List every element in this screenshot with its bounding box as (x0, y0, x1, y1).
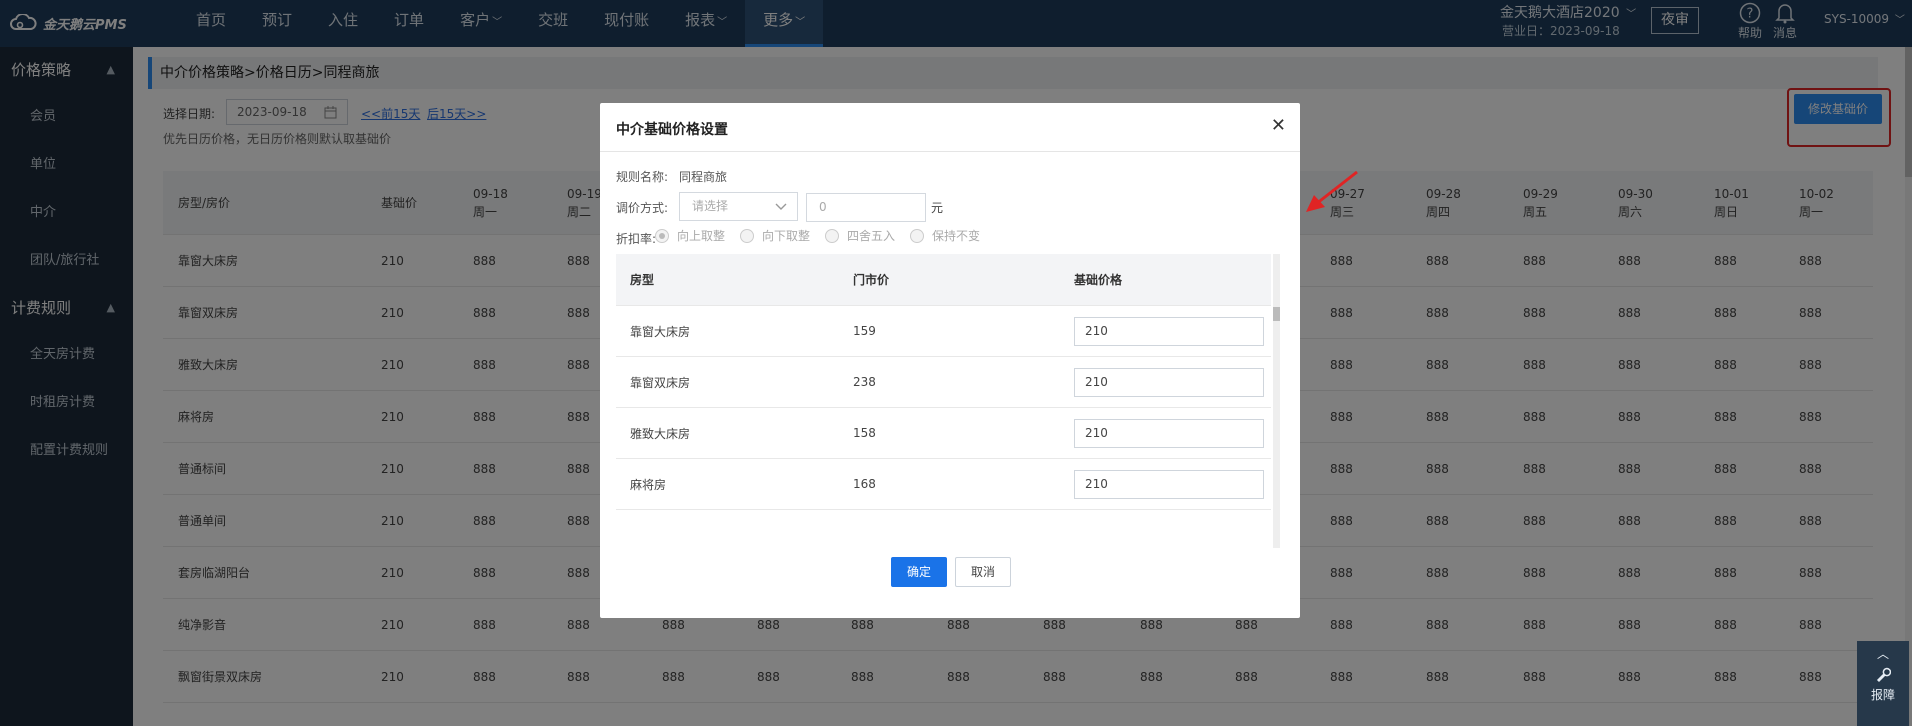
radio-icon (825, 228, 839, 243)
rounding-radio[interactable]: 向上取整 (655, 227, 725, 244)
base-price-input[interactable]: 210 (1074, 419, 1264, 448)
report-issue-button[interactable]: 报障 (1857, 667, 1909, 703)
rounding-radio[interactable]: 四舍五入 (825, 227, 895, 244)
chevron-up-icon[interactable]: ︿ (1857, 641, 1909, 667)
modal-table-row: 靠窗双床房 238 210 (616, 357, 1271, 408)
radio-label: 四舍五入 (847, 229, 896, 243)
cancel-button[interactable]: 取消 (955, 557, 1011, 587)
chevron-down-icon (775, 203, 787, 210)
radio-label: 保持不变 (932, 229, 981, 243)
rack-rate: 238 (853, 375, 876, 389)
radio-icon (910, 228, 924, 243)
annotation-arrow-icon (1306, 170, 1358, 212)
modal-table-row: 麻将房 168 210 (616, 459, 1271, 510)
room-type-name: 靠窗双床房 (630, 375, 691, 390)
rack-rate: 168 (853, 477, 876, 491)
modal-table-scrollbar[interactable] (1273, 254, 1280, 548)
rule-name-value: 同程商旅 (679, 170, 728, 184)
modal-table-row: 靠窗大床房 159 210 (616, 306, 1271, 357)
radio-icon (740, 228, 754, 243)
rack-rate: 158 (853, 426, 876, 440)
side-widget: ︿ 报障 (1857, 641, 1909, 726)
room-type-name: 雅致大床房 (630, 426, 691, 441)
close-icon[interactable]: ✕ (1271, 117, 1286, 135)
adjust-method-select[interactable]: 请选择 (679, 192, 798, 221)
rounding-radio[interactable]: 保持不变 (910, 227, 980, 244)
base-price-table: 房型 门市价 基础价格靠窗大床房 159 210 靠窗双床房 238 210 雅致大床房 158 2… (616, 254, 1280, 548)
room-type-name: 麻将房 (630, 477, 667, 492)
base-price-modal: 中介基础价格设置 ✕ 规则名称: 同程商旅 调价方式: 请选择 0 元 折扣率:… (600, 103, 1300, 618)
radio-label: 向上取整 (677, 229, 726, 243)
room-type-name: 靠窗大床房 (630, 324, 691, 339)
rule-name-label: 规则名称: (616, 170, 669, 184)
base-price-input[interactable]: 210 (1074, 317, 1264, 346)
rounding-radio[interactable]: 向下取整 (740, 227, 810, 244)
rack-rate: 159 (853, 324, 876, 338)
base-price-input[interactable]: 210 (1074, 368, 1264, 397)
radio-label: 向下取整 (762, 229, 811, 243)
header-rack-rate: 门市价 (853, 273, 890, 287)
modal-divider (600, 151, 1300, 152)
report-issue-label: 报障 (1870, 688, 1895, 702)
modal-title: 中介基础价格设置 (616, 122, 728, 138)
unit-label: 元 (931, 201, 944, 215)
radio-icon (655, 228, 669, 243)
confirm-button[interactable]: 确定 (891, 557, 947, 587)
base-price-input[interactable]: 210 (1074, 470, 1264, 499)
modal-table-header: 房型 门市价 基础价格 (616, 254, 1271, 306)
discount-label: 折扣率: (616, 232, 657, 246)
modal-table-scrollbar-thumb[interactable] (1273, 307, 1280, 321)
adjust-method-label: 调价方式: (616, 201, 669, 215)
select-placeholder: 请选择 (692, 199, 729, 213)
wrench-icon (1876, 667, 1892, 683)
modal-table-row: 雅致大床房 158 210 (616, 408, 1271, 459)
adjust-amount-input[interactable]: 0 (806, 193, 926, 222)
header-base-price: 基础价格 (1074, 273, 1123, 287)
header-room-type: 房型 (630, 273, 655, 287)
